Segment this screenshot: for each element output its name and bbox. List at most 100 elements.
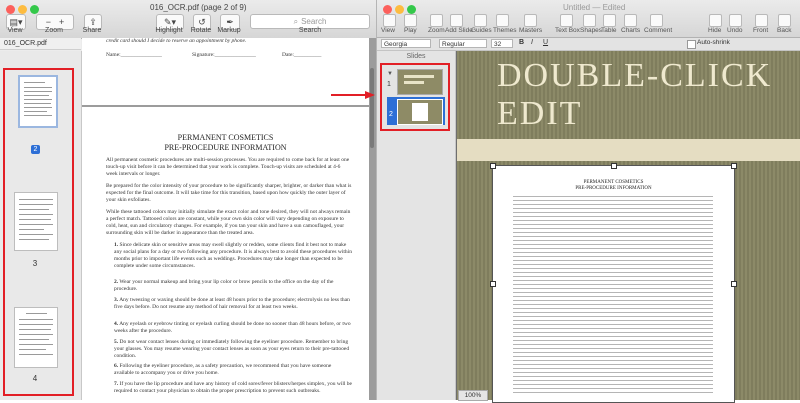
resize-handle[interactable] (611, 163, 617, 169)
zoom-out-icon: − (45, 17, 51, 27)
underline-button[interactable]: U (543, 39, 548, 46)
font-family-select[interactable]: Georgia (381, 39, 431, 48)
toolbar-label-back: Back (777, 27, 792, 34)
auto-shrink-checkbox[interactable] (687, 40, 696, 49)
toolbar-label-table: Table (601, 27, 617, 34)
zoom-in-icon: + (59, 17, 65, 27)
minimize-window-button[interactable] (18, 5, 27, 14)
toolbar-label-undo: Undo (727, 27, 743, 34)
slide-number: 1 (387, 81, 391, 88)
page-number: 3 (32, 259, 38, 268)
keynote-window: Untitled — Edited View Play Zoom Add Sli… (377, 0, 800, 403)
add-slide-icon[interactable] (450, 14, 463, 27)
font-style-select[interactable]: Regular (439, 39, 487, 48)
play-icon[interactable] (404, 14, 417, 27)
slide-navigator[interactable]: Slides ▼ 1 2 (377, 51, 456, 400)
format-bar: Georgia Regular 32 B I U Auto-shrink (377, 38, 800, 51)
view-label: View (7, 27, 23, 34)
toolbar-label-play: Play (404, 27, 417, 34)
annotation-arrow (331, 91, 375, 99)
back-icon[interactable] (778, 14, 791, 27)
disclosure-triangle-icon[interactable]: ▼ (387, 71, 393, 77)
page-number-badge: 2 (31, 145, 40, 154)
view-icon[interactable] (383, 14, 396, 27)
share-icon: ⇪ (89, 16, 97, 27)
list-item: 2. Wear your normal makeup and bring you… (114, 279, 334, 292)
doc-title: PERMANENT COSMETICS (177, 133, 274, 142)
font-size-field[interactable]: 32 (491, 39, 513, 48)
name-line: Name:_______________ (106, 52, 162, 58)
charts-icon[interactable] (624, 14, 637, 27)
toolbar-label-front: Front (753, 27, 769, 34)
slide-title[interactable]: DOUBLE-CLICK (497, 57, 772, 95)
front-icon[interactable] (755, 14, 768, 27)
pasted-pdf-image[interactable]: PERMANENT COSMETICS PRE-PROCEDURE INFORM… (492, 165, 735, 403)
bold-button[interactable]: B (519, 39, 524, 46)
close-window-button[interactable] (383, 5, 392, 14)
window-title: 016_OCR.pdf (page 2 of 9) (150, 3, 247, 12)
undo-icon[interactable] (729, 14, 742, 27)
signature-line: Signature:_______________ (192, 52, 256, 58)
toolbar-label-comment: Comment (644, 27, 673, 34)
resize-handle[interactable] (731, 163, 737, 169)
page-thumbnail[interactable] (18, 75, 58, 128)
toolbar-label-hide: Hide (708, 27, 722, 34)
toolbar-label-shapes: Shapes (580, 27, 603, 34)
page-thumbnail[interactable] (14, 307, 58, 368)
preview-window: 016_OCR.pdf (page 2 of 9) ▤▾ View − + Zoo… (0, 0, 377, 400)
toolbar-label-zoom: Zoom (428, 27, 445, 34)
pdf-page-previous: credit card should I decide to reserve a… (82, 38, 369, 105)
pdf-page-current: PERMANENT COSMETICS PRE-PROCEDURE INFORM… (82, 107, 369, 400)
mini-doc-text (513, 196, 713, 396)
mini-doc-subtitle: PRE-PROCEDURE INFORMATION (575, 186, 652, 191)
zoom-level-select[interactable]: 100% (458, 390, 488, 401)
comment-icon[interactable] (650, 14, 663, 27)
minimize-window-button[interactable] (395, 5, 404, 14)
highlight-label: Highlight (155, 27, 183, 34)
sidebar-icon: ▤▾ (9, 16, 23, 27)
resize-handle[interactable] (490, 281, 496, 287)
toolbar-label-themes: Themes (493, 27, 517, 34)
list-item: 6. Following the eyeliner procedure, as … (114, 363, 332, 376)
table-icon[interactable] (603, 14, 616, 27)
toolbar-label-add-slide: Add Slide (445, 27, 473, 34)
slides-header: Slides (406, 53, 426, 60)
markup-label: Markup (217, 27, 241, 34)
list-item: 5. Do not wear contact lenses during or … (114, 339, 350, 359)
italic-button[interactable]: I (531, 39, 533, 46)
list-item: 1. Since delicate skin or sensitive area… (114, 242, 352, 269)
zoom-icon[interactable] (430, 14, 443, 27)
resize-handle[interactable] (731, 281, 737, 287)
themes-icon[interactable] (496, 14, 509, 27)
rotate-icon: ↺ (198, 16, 206, 27)
keynote-toolbar: Untitled — Edited View Play Zoom Add Sli… (377, 0, 800, 38)
guides-icon[interactable] (474, 14, 487, 27)
zoom-label: Zoom (45, 27, 63, 34)
slide-thumbnail[interactable] (397, 99, 443, 125)
slide-title-line2[interactable]: EDIT (497, 95, 582, 133)
resize-handle[interactable] (490, 163, 496, 169)
zoom-window-button[interactable] (30, 5, 39, 14)
shapes-icon[interactable] (583, 14, 596, 27)
scrollbar-thumb[interactable] (370, 68, 374, 148)
thumbnail-sidebar[interactable]: 2 3 4 (0, 51, 82, 400)
page-thumbnail[interactable] (14, 192, 58, 251)
toolbar-label-masters: Masters (519, 27, 543, 34)
slide-canvas[interactable]: DOUBLE-CLICK EDIT PERMANENT COSMETICS PR… (456, 51, 800, 403)
toolbar-label-view: View (381, 27, 395, 34)
close-window-button[interactable] (6, 5, 15, 14)
hide-icon[interactable] (709, 14, 722, 27)
mini-doc-title: PERMANENT COSMETICS (583, 180, 644, 185)
sidebar-filename: 016_OCR.pdf (0, 38, 81, 50)
masters-icon[interactable] (524, 14, 537, 27)
toolbar-label-guides: Guides (471, 27, 492, 34)
preview-toolbar: 016_OCR.pdf (page 2 of 9) ▤▾ View − + Zoo… (0, 0, 376, 39)
text-box-icon[interactable] (560, 14, 573, 27)
paragraph: Be prepared for the color intensity of y… (106, 183, 352, 203)
auto-shrink-label: Auto-shrink (697, 39, 730, 46)
highlighter-icon: ✎▾ (163, 16, 177, 27)
search-icon: ⌕ (293, 16, 299, 26)
zoom-window-button[interactable] (407, 5, 416, 14)
slide-thumbnail[interactable] (397, 69, 443, 95)
window-title: Untitled — Edited (563, 3, 626, 12)
